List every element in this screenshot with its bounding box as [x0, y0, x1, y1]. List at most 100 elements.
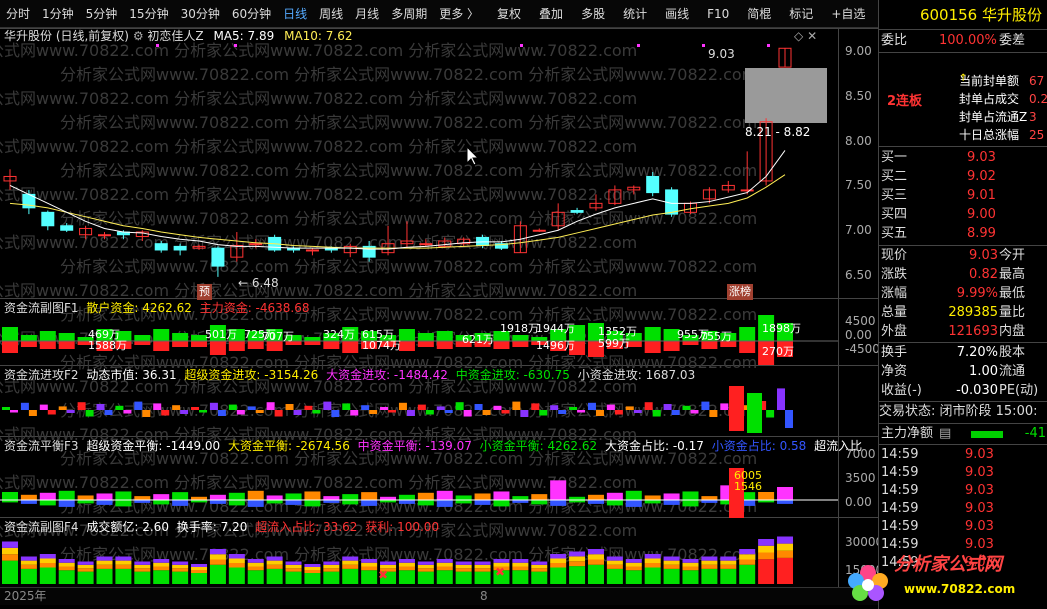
f2-bar-b-3: [66, 410, 75, 413]
tool-button-6[interactable]: 简棍: [741, 0, 777, 28]
f2-bar-b-8: [161, 410, 170, 416]
f2-bar-a-22: [417, 404, 426, 410]
f3-bar-up-7: [134, 496, 151, 500]
period-tab-4[interactable]: 30分钟: [175, 0, 226, 28]
candle-body-16: [305, 249, 319, 252]
f2-bar-b-31: [595, 410, 604, 416]
period-tab-1[interactable]: 1分钟: [36, 0, 80, 28]
f4-seg-39-0: [739, 564, 756, 584]
f4-seg-1-1: [20, 564, 37, 569]
tool-button-2[interactable]: 多股: [575, 0, 611, 28]
buy-row-4[interactable]: 买五 8.99: [879, 225, 1047, 243]
f4-seg-3-3: [58, 559, 75, 563]
list-icon[interactable]: ▤: [939, 425, 951, 443]
quote-row-4: 外盘 121693 内盘: [879, 323, 1047, 341]
window-controls[interactable]: ◇ ✕: [794, 28, 817, 44]
f4-seg-5-3: [96, 556, 113, 561]
period-tab-0[interactable]: 分时: [0, 0, 36, 28]
f3-bar-dn-1: [20, 500, 37, 504]
buy-label-2: 买三: [881, 188, 908, 203]
f4-seg-31-1: [587, 559, 604, 565]
period-tab-3[interactable]: 15分钟: [123, 0, 174, 28]
quote-row-0: 现价 9.03 今开: [879, 247, 1047, 265]
f1-name[interactable]: 资金流副图F1: [4, 301, 79, 315]
f4-seg-22-2: [417, 564, 434, 569]
period-tab-2[interactable]: 5分钟: [80, 0, 124, 28]
tool-button-7[interactable]: 标记: [783, 0, 819, 28]
f3-bar-dn-16: [304, 500, 321, 507]
f2-bar-b-18: [350, 410, 359, 416]
netflow-bar: [971, 431, 1003, 438]
range-box: [745, 68, 827, 123]
f2-name[interactable]: 资金流进攻F2: [4, 368, 79, 382]
f3-ytick-1: 3500: [845, 471, 876, 485]
f4-seg-17-2: [323, 564, 340, 569]
f3-bar-dn-14: [266, 500, 283, 504]
tick-row-4: 14:59 9.03: [879, 518, 1047, 536]
tool-button-1[interactable]: 叠加: [533, 0, 569, 28]
f3-bar-dn-11: [209, 500, 226, 504]
settings-icon[interactable]: ⚙: [133, 29, 144, 43]
tool-button-4[interactable]: 画线: [659, 0, 695, 28]
f3-bar-dn-13: [247, 500, 264, 507]
quote-label-1: 涨跌: [881, 267, 908, 282]
f4-seg-16-3: [304, 564, 321, 567]
f4-seg-17-3: [323, 561, 340, 565]
tick-time-3: 14:59: [881, 501, 919, 516]
f4-seg-14-2: [266, 560, 283, 565]
buy-row-1[interactable]: 买二 9.02: [879, 168, 1047, 186]
period-tab-6[interactable]: 日线: [277, 0, 313, 28]
f4-seg-34-1: [644, 563, 661, 568]
indicator-name[interactable]: 初恋佳人Z: [147, 29, 203, 43]
f3-large: 大资金平衡: -2674.56: [228, 439, 350, 453]
f4-seg-21-0: [398, 570, 415, 584]
f3-name[interactable]: 资金流平衡F3: [4, 439, 79, 453]
f4-seg-35-0: [663, 568, 680, 584]
top-marker-4: [702, 44, 705, 47]
period-tab-9[interactable]: 多周期: [385, 0, 433, 28]
buy-row-3[interactable]: 买四 9.00: [879, 206, 1047, 224]
f4-seg-33-3: [625, 559, 642, 563]
tool-button-3[interactable]: 统计: [617, 0, 653, 28]
f4-seg-9-0: [172, 571, 189, 584]
f3-bar-dn-21: [398, 500, 415, 504]
f2-bar-a-34: [644, 402, 653, 410]
f4-seg-37-1: [701, 564, 718, 569]
f4-seg-24-0: [455, 571, 472, 584]
quote2-row-2: 收益(-) -0.030 PE(动): [879, 382, 1047, 400]
f2-mid: 中资金进攻: -630.75: [455, 368, 570, 382]
tool-button-8[interactable]: +自选: [825, 0, 871, 28]
f1-retail-bar-2: [39, 331, 56, 341]
f2-bar-b-16: [312, 410, 321, 414]
period-tab-5[interactable]: 60分钟: [226, 0, 277, 28]
f4-seg-30-1: [569, 561, 586, 567]
f4-seg-9-1: [172, 568, 189, 572]
f2-bar-a-10: [191, 407, 200, 410]
logo-text: 分析家公式网: [894, 554, 1002, 575]
f3-bar-up-19: [361, 492, 378, 500]
f4-name[interactable]: 资金流副图F4: [4, 520, 79, 534]
f4-x-marker-2: ✖: [495, 565, 505, 579]
f3-bar-dn-5: [96, 500, 113, 505]
f4-seg-39-1: [739, 559, 756, 565]
period-tab-8[interactable]: 月线: [349, 0, 385, 28]
f3-bar-dn-18: [342, 500, 359, 505]
buy-row-2[interactable]: 买三 9.01: [879, 187, 1047, 205]
f4-seg-7-2: [134, 564, 151, 569]
close-icon[interactable]: ✕: [807, 29, 817, 43]
buy-row-0[interactable]: 买一 9.03: [879, 149, 1047, 167]
f4-seg-21-2: [398, 562, 415, 567]
f2-small: 小资金进攻: 1687.03: [577, 368, 696, 382]
f4-seg-1-0: [20, 568, 37, 584]
period-tab-10[interactable]: 更多 〉: [433, 0, 485, 28]
diamond-icon[interactable]: ◇: [794, 29, 803, 43]
period-tab-7[interactable]: 周线: [313, 0, 349, 28]
f3-bar-up-16: [304, 491, 321, 500]
trade-status: 交易状态: 闭市阶段 15:00:: [879, 404, 1038, 419]
tool-button-0[interactable]: 复权: [491, 0, 527, 28]
f4-seg-28-1: [531, 568, 548, 572]
f4-seg-30-0: [569, 566, 586, 584]
tool-button-5[interactable]: F10: [701, 0, 735, 28]
candle-body-11: [211, 247, 225, 267]
f1-retail-bar-9: [172, 333, 189, 341]
